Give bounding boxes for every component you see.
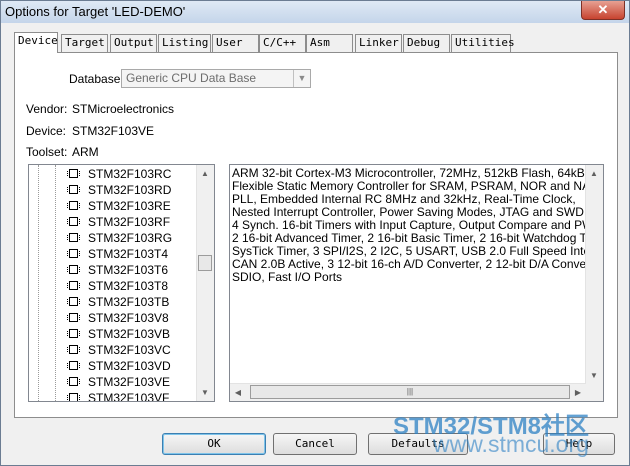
chip-icon	[67, 233, 80, 242]
tree-item[interactable]: STM32F103V8	[29, 310, 199, 326]
vendor-value: STMicroelectronics	[72, 102, 175, 116]
chip-icon	[67, 297, 80, 306]
database-value: Generic CPU Data Base	[126, 71, 257, 85]
chip-icon	[67, 217, 80, 226]
description-horizontal-scrollbar[interactable]: ◀ ||| ▶	[230, 383, 586, 401]
tab-listing[interactable]: Listing	[158, 34, 211, 52]
tree-item[interactable]: STM32F103RC	[29, 166, 199, 182]
toolset-value: ARM	[72, 145, 99, 159]
tree-item-label: STM32F103VB	[88, 327, 171, 341]
watermark-url: www.stmcu.org	[433, 431, 589, 457]
tree-item-label: STM32F103T6	[88, 263, 169, 277]
tree-item-label: STM32F103T8	[88, 279, 169, 293]
tree-vertical-scrollbar[interactable]: ▲ ▼	[196, 165, 214, 401]
scrollbar-corner	[586, 384, 603, 401]
description-vertical-scrollbar[interactable]: ▲ ▼	[585, 165, 603, 384]
tab-target[interactable]: Target	[61, 34, 108, 52]
chip-icon	[67, 313, 80, 322]
title-bar: Options for Target 'LED-DEMO' ✕	[1, 1, 629, 23]
tree-item[interactable]: STM32F103RG	[29, 230, 199, 246]
vendor-label: Vendor:	[26, 102, 68, 116]
scroll-up-icon[interactable]: ▲	[586, 165, 602, 182]
tab-device[interactable]: Device	[14, 32, 58, 53]
chip-icon	[67, 393, 80, 401]
tree-item[interactable]: STM32F103VC	[29, 342, 199, 358]
close-button[interactable]: ✕	[581, 1, 625, 20]
device-tree[interactable]: STM32F103RC STM32F103RD STM32F103RE STM3…	[28, 164, 215, 402]
database-label: Database:	[69, 72, 124, 86]
tree-item[interactable]: STM32F103RD	[29, 182, 199, 198]
scroll-up-icon[interactable]: ▲	[197, 165, 213, 182]
tab-user[interactable]: User	[212, 34, 259, 52]
watermark: STM32/STM8社区 www.stmcu.org	[393, 406, 630, 464]
device-value: STM32F103VE	[72, 124, 155, 138]
description-line: 2 16-bit Advanced Timer, 2 16-bit Basic …	[232, 231, 604, 245]
scroll-down-icon[interactable]: ▼	[586, 367, 602, 384]
scroll-down-icon[interactable]: ▼	[197, 384, 213, 401]
tree-item-label: STM32F103V8	[88, 311, 169, 325]
tree-item-label: STM32F103VE	[88, 375, 171, 389]
tree-item-label: STM32F103RF	[88, 215, 171, 229]
tree-item-label: STM32F103VD	[88, 359, 171, 373]
tree-item[interactable]: STM32F103VB	[29, 326, 199, 342]
tree-item[interactable]: STM32F103VF	[29, 390, 199, 402]
ok-button[interactable]: OK	[162, 433, 266, 455]
cancel-button[interactable]: Cancel	[273, 433, 357, 455]
tree-item[interactable]: STM32F103T4	[29, 246, 199, 262]
tab-c-cpp[interactable]: C/C++	[259, 34, 306, 52]
options-dialog: Options for Target 'LED-DEMO' ✕ Device T…	[0, 0, 630, 466]
chip-icon	[67, 265, 80, 274]
description-line: PLL, Embedded Internal RC 8MHz and 32kHz…	[232, 192, 576, 206]
tree-item-label: STM32F103RE	[88, 199, 171, 213]
tree-item[interactable]: STM32F103T6	[29, 262, 199, 278]
chip-icon	[67, 361, 80, 370]
chip-icon	[67, 249, 80, 258]
tree-item-label: STM32F103VF	[88, 391, 170, 402]
scroll-left-icon[interactable]: ◀	[230, 384, 246, 401]
tab-utilities[interactable]: Utilities	[451, 34, 515, 52]
tree-item-label: STM32F103RG	[88, 231, 173, 245]
device-label: Device:	[26, 124, 67, 138]
tree-item-label: STM32F103TB	[88, 295, 170, 309]
tree-item-label: STM32F103T4	[88, 247, 169, 261]
tree-item[interactable]: STM32F103VD	[29, 358, 199, 374]
scrollbar-thumb[interactable]	[198, 255, 212, 271]
chip-icon	[67, 329, 80, 338]
tree-item[interactable]: STM32F103RE	[29, 198, 199, 214]
chip-icon	[67, 345, 80, 354]
chip-icon	[67, 281, 80, 290]
device-description[interactable]: ARM 32-bit Cortex-M3 Microcontroller, 72…	[229, 164, 604, 402]
description-line: SysTick Timer, 3 SPI/I2S, 2 I2C, 5 USART…	[232, 244, 604, 258]
description-line: ARM 32-bit Cortex-M3 Microcontroller, 72…	[232, 166, 604, 180]
tree-item-label: STM32F103VC	[88, 343, 171, 357]
description-line: Nested Interrupt Controller, Power Savin…	[232, 205, 588, 219]
tree-item[interactable]: STM32F103T8	[29, 278, 199, 294]
tree-item[interactable]: STM32F103TB	[29, 294, 199, 310]
scrollbar-thumb[interactable]: |||	[250, 385, 570, 399]
tab-asm[interactable]: Asm	[306, 34, 353, 52]
database-select[interactable]: Generic CPU Data Base ▼	[121, 69, 311, 88]
chip-icon	[67, 169, 80, 178]
window-title: Options for Target 'LED-DEMO'	[5, 4, 186, 19]
tab-linker[interactable]: Linker	[355, 34, 402, 52]
description-line: 4 Synch. 16-bit Timers with Input Captur…	[232, 218, 604, 232]
chip-icon	[67, 201, 80, 210]
tree-item-label: STM32F103RC	[88, 167, 172, 181]
description-line: Flexible Static Memory Controller for SR…	[232, 179, 604, 193]
description-line: SDIO, Fast I/O Ports	[232, 270, 343, 284]
tree-item-selected[interactable]: STM32F103VE	[29, 374, 199, 390]
chevron-down-icon: ▼	[293, 70, 310, 87]
tree-item-label: STM32F103RD	[88, 183, 172, 197]
scroll-right-icon[interactable]: ▶	[570, 384, 586, 401]
toolset-label: Toolset:	[26, 145, 68, 159]
description-line: CAN 2.0B Active, 3 12-bit 16-ch A/D Conv…	[232, 257, 604, 271]
chip-icon	[67, 185, 80, 194]
tab-debug[interactable]: Debug	[403, 34, 450, 52]
tree-item[interactable]: STM32F103RF	[29, 214, 199, 230]
tab-output[interactable]: Output	[110, 34, 157, 52]
chip-icon	[67, 377, 80, 386]
